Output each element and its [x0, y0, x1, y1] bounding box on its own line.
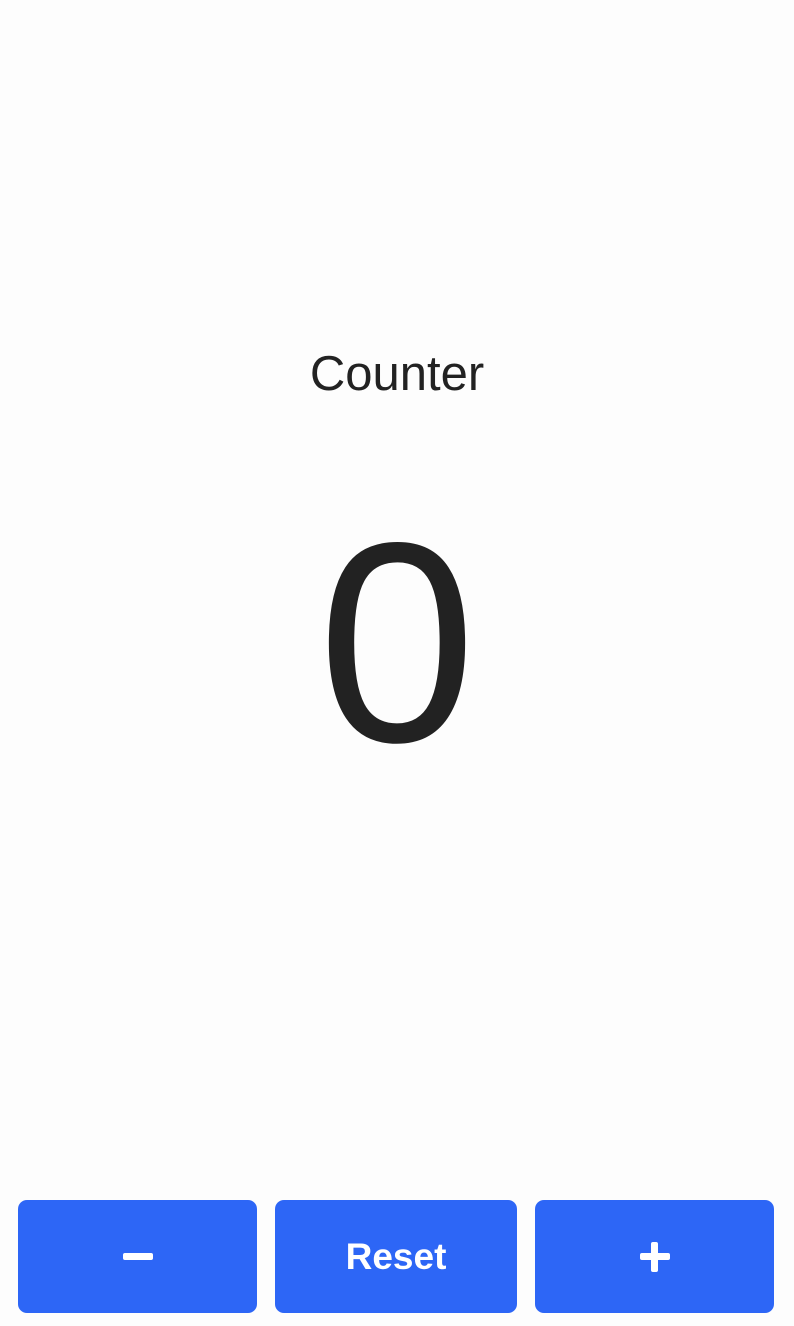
plus-icon	[639, 1241, 670, 1272]
counter-value: 0	[317, 484, 477, 802]
page-title: Counter	[309, 347, 485, 401]
decrement-button[interactable]	[18, 1200, 257, 1313]
reset-button[interactable]: Reset	[275, 1200, 517, 1313]
counter-screen: Counter 0 Reset	[0, 0, 794, 1326]
increment-button[interactable]	[535, 1200, 774, 1313]
minus-icon	[122, 1253, 153, 1260]
